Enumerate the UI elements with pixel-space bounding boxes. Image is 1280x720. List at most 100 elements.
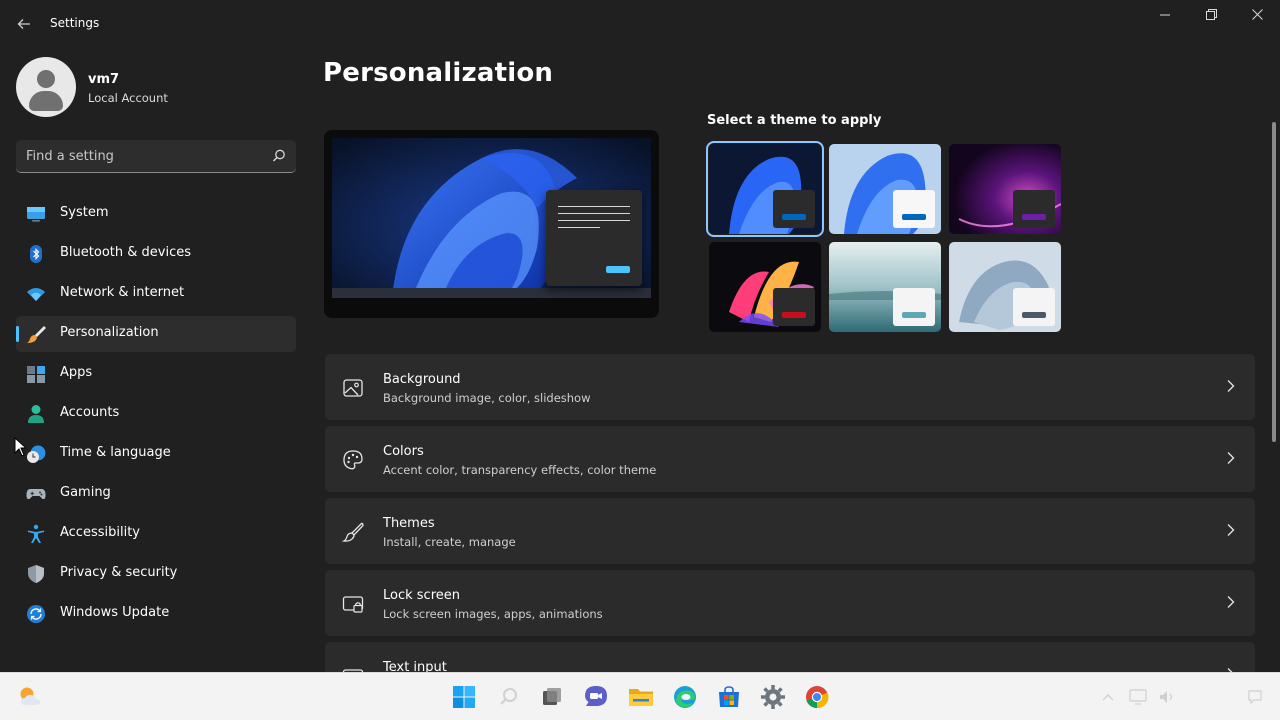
notification-icon[interactable]	[1246, 688, 1264, 706]
sidebar-item-apps[interactable]: Apps	[16, 356, 296, 392]
card-subtitle: Lock screen images, apps, animations	[383, 607, 603, 621]
search-icon[interactable]	[495, 683, 523, 711]
chevron-up-icon[interactable]	[1100, 690, 1116, 704]
card-background[interactable]: Background Background image, color, slid…	[325, 354, 1255, 420]
sidebar-item-accessibility[interactable]: Accessibility	[16, 516, 296, 552]
title-bar: Settings	[0, 0, 1280, 48]
display-tray-icon[interactable]	[1128, 688, 1148, 706]
person-icon	[28, 405, 44, 423]
sidebar-item-label: Windows Update	[60, 605, 170, 620]
chevron-right-icon	[1227, 524, 1235, 536]
sidebar-item-windows-update[interactable]: Windows Update	[16, 596, 296, 632]
theme-accent-bar	[782, 214, 806, 220]
theme-preview	[324, 130, 659, 318]
theme-heading: Select a theme to apply	[707, 113, 882, 128]
theme-accent-bar	[902, 312, 926, 318]
theme-tile-captured-motion[interactable]	[709, 242, 821, 332]
close-icon	[1251, 9, 1263, 20]
sidebar-item-accounts[interactable]: Accounts	[16, 396, 296, 432]
back-button[interactable]	[10, 12, 38, 36]
bluetooth-icon	[30, 245, 42, 263]
sidebar-item-network-internet[interactable]: Network & internet	[16, 276, 296, 312]
sidebar-item-label: Accessibility	[60, 525, 140, 540]
card-title: Background	[383, 372, 461, 387]
sidebar-item-label: Personalization	[60, 325, 159, 340]
user-name: vm7	[88, 72, 120, 87]
theme-tile-sunrise[interactable]	[829, 242, 941, 332]
preview-window	[546, 190, 642, 286]
theme-accent-bar	[902, 214, 926, 220]
sidebar-item-bluetooth-devices[interactable]: Bluetooth & devices	[16, 236, 296, 272]
card-title: Themes	[383, 516, 435, 531]
palette-icon	[343, 450, 363, 470]
sidebar-item-label: Time & language	[60, 445, 171, 460]
card-themes[interactable]: Themes Install, create, manage	[325, 498, 1255, 564]
sidebar-item-time-language[interactable]: Time & language	[16, 436, 296, 472]
sidebar-item-label: System	[60, 205, 109, 220]
theme-tile-glow[interactable]	[949, 144, 1061, 234]
chevron-right-icon	[1227, 452, 1235, 464]
image-icon	[343, 379, 363, 397]
task-view-icon[interactable]	[538, 683, 566, 711]
minimize-icon	[1160, 14, 1170, 16]
store-icon[interactable]	[715, 683, 743, 711]
scrollbar[interactable]	[1272, 122, 1276, 442]
theme-chip	[893, 190, 935, 228]
desktop-preview	[332, 138, 651, 298]
taskbar	[0, 672, 1280, 720]
restore-icon	[1205, 9, 1217, 20]
clock-text[interactable]	[1184, 682, 1240, 696]
sidebar-item-label: Gaming	[60, 485, 111, 500]
theme-chip	[1013, 190, 1055, 228]
card-subtitle: Accent color, transparency effects, colo…	[383, 463, 657, 477]
theme-accent-bar	[782, 312, 806, 318]
sidebar-item-system[interactable]: System	[16, 196, 296, 232]
sidebar-item-personalization[interactable]: Personalization	[16, 316, 296, 352]
wifi-icon	[27, 288, 45, 301]
theme-chip	[1013, 288, 1055, 326]
preview-accent-button	[606, 266, 630, 273]
sidebar-item-label: Network & internet	[60, 285, 185, 300]
app-title: Settings	[50, 16, 100, 30]
sidebar-item-label: Privacy & security	[60, 565, 178, 580]
theme-accent-bar	[1022, 214, 1046, 220]
card-lock-screen[interactable]: Lock screen Lock screen images, apps, an…	[325, 570, 1255, 636]
weather-widget-text[interactable]	[46, 682, 49, 696]
paintbrush-icon	[27, 326, 46, 343]
update-icon	[27, 605, 45, 623]
page-title: Personalization	[323, 58, 554, 88]
edge-icon[interactable]	[671, 683, 699, 711]
card-colors[interactable]: Colors Accent color, transparency effect…	[325, 426, 1255, 492]
chevron-right-icon	[1227, 380, 1235, 392]
card-subtitle: Install, create, manage	[383, 535, 516, 549]
sidebar-item-privacy-security[interactable]: Privacy & security	[16, 556, 296, 592]
theme-tile-windows-dark[interactable]	[706, 141, 824, 237]
theme-tile-flow[interactable]	[949, 242, 1061, 332]
card-title: Colors	[383, 444, 424, 459]
file-explorer-icon[interactable]	[627, 683, 655, 711]
sidebar-item-gaming[interactable]: Gaming	[16, 476, 296, 512]
card-title: Lock screen	[383, 588, 460, 603]
restore-button[interactable]	[1188, 4, 1234, 30]
weather-icon[interactable]	[16, 683, 44, 711]
card-subtitle: Background image, color, slideshow	[383, 391, 591, 405]
avatar-body	[29, 91, 63, 111]
start-icon[interactable]	[450, 683, 478, 711]
brush-icon	[342, 522, 364, 542]
search-input[interactable]	[16, 140, 256, 172]
search-box[interactable]	[16, 140, 296, 173]
theme-chip	[893, 288, 935, 326]
volume-icon[interactable]	[1158, 688, 1176, 706]
settings-icon[interactable]	[759, 683, 787, 711]
clock-globe-icon	[27, 445, 46, 463]
avatar-head	[37, 70, 55, 88]
shield-icon	[28, 565, 44, 583]
avatar[interactable]	[16, 57, 76, 117]
minimize-button[interactable]	[1142, 4, 1188, 30]
chrome-icon[interactable]	[803, 683, 831, 711]
sidebar-item-label: Apps	[60, 365, 93, 380]
close-button[interactable]	[1234, 4, 1280, 30]
chat-icon[interactable]	[582, 683, 610, 711]
theme-tile-windows-light[interactable]	[829, 144, 941, 234]
search-icon[interactable]	[270, 147, 288, 165]
